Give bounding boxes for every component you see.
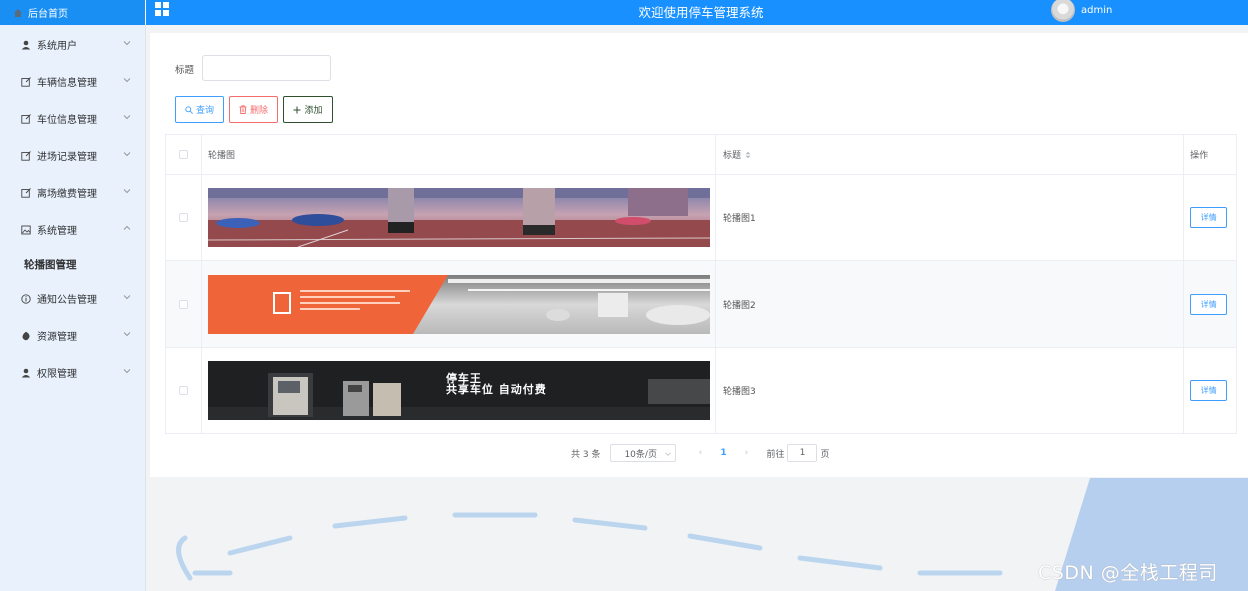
plus-icon bbox=[293, 106, 301, 113]
table-row: 停车王 共享车位 自动付费 轮播图3 详情 bbox=[166, 348, 1236, 434]
chevron-up-icon bbox=[123, 225, 131, 230]
chevron-down-icon bbox=[123, 189, 131, 194]
trash-icon bbox=[239, 105, 247, 114]
query-button[interactable]: 查询 bbox=[175, 96, 224, 123]
chevron-down-icon bbox=[123, 369, 131, 374]
add-button-label: 添加 bbox=[304, 105, 323, 115]
info-icon bbox=[20, 293, 31, 304]
delete-button[interactable]: 删除 bbox=[229, 96, 278, 123]
row-checkbox[interactable] bbox=[178, 386, 188, 395]
sidebar-item-exit-payment[interactable]: 离场缴费管理 bbox=[0, 174, 145, 211]
sidebar-item-permissions[interactable]: 权限管理 bbox=[0, 354, 145, 391]
row-title: 轮播图2 bbox=[716, 261, 1185, 347]
column-header-actions: 操作 bbox=[1190, 151, 1209, 161]
prev-page-button[interactable]: ‹ bbox=[690, 448, 710, 458]
goto-suffix: 页 bbox=[820, 449, 830, 460]
page-size-select[interactable]: 10条/页 bbox=[610, 444, 677, 462]
title-filter-input[interactable] bbox=[202, 55, 331, 81]
row-checkbox[interactable] bbox=[178, 213, 188, 222]
chevron-down-icon bbox=[123, 115, 131, 120]
flag-icon bbox=[20, 330, 31, 341]
chevron-down-icon bbox=[123, 295, 131, 300]
next-page-button[interactable]: › bbox=[736, 448, 756, 458]
sidebar-item-label: 权限管理 bbox=[37, 369, 77, 380]
title-filter-label: 标题 bbox=[175, 65, 195, 76]
orange-parking-banner bbox=[207, 274, 710, 334]
sidebar-item-entry-records[interactable]: 进场记录管理 bbox=[0, 137, 145, 174]
sidebar-item-system-management[interactable]: 系统管理 bbox=[0, 211, 145, 248]
user-icon bbox=[20, 39, 31, 50]
detail-button[interactable]: 详情 bbox=[1190, 293, 1228, 315]
sidebar-item-label: 车位信息管理 bbox=[37, 115, 97, 126]
chevron-down-icon bbox=[123, 152, 131, 157]
sidebar-item-label: 通知公告管理 bbox=[37, 295, 97, 306]
chevron-down-icon bbox=[123, 78, 131, 83]
add-button[interactable]: 添加 bbox=[283, 96, 333, 123]
pagination: 共 3 条 10条/页 ‹ 1 › 前往 1 页 bbox=[571, 444, 829, 462]
edit-icon bbox=[20, 150, 31, 161]
sidebar-item-space-info[interactable]: 车位信息管理 bbox=[0, 100, 145, 137]
search-icon bbox=[185, 105, 193, 114]
goto-page-input[interactable]: 1 bbox=[787, 444, 818, 462]
sidebar-subitem-carousel[interactable]: 轮播图管理 bbox=[0, 248, 145, 280]
user-icon bbox=[20, 367, 31, 378]
table-row: 轮播图2 详情 bbox=[166, 261, 1236, 348]
top-bar: 后台首页 欢迎使用停车管理系统 admin bbox=[0, 0, 1248, 25]
edit-icon bbox=[20, 76, 31, 87]
chevron-down-icon bbox=[123, 41, 131, 46]
goto-label: 前往 bbox=[766, 449, 785, 460]
column-header-title[interactable]: 标题 bbox=[716, 135, 1185, 174]
pagination-total: 共 3 条 bbox=[571, 449, 601, 460]
detail-button[interactable]: 详情 bbox=[1190, 380, 1228, 401]
select-all-checkbox[interactable] bbox=[178, 150, 188, 159]
edit-icon bbox=[20, 187, 31, 198]
sidebar-item-label: 车辆信息管理 bbox=[37, 78, 97, 89]
sidebar-item-label: 资源管理 bbox=[37, 332, 77, 343]
edit-icon bbox=[20, 113, 31, 124]
sidebar-item-notices[interactable]: 通知公告管理 bbox=[0, 280, 145, 317]
watermark-text: CSDN @全栈工程司 bbox=[1038, 562, 1218, 584]
row-title: 轮播图1 bbox=[716, 175, 1185, 260]
page-number-current[interactable]: 1 bbox=[710, 448, 736, 458]
page-size-value: 10条/页 bbox=[624, 449, 657, 460]
carousel-table: 轮播图 标题 操作 轮播图1 详情 轮播图2 详情 停车王 共享车位 自动付费 … bbox=[165, 134, 1237, 434]
sidebar-item-label: 系统用户 bbox=[37, 41, 77, 52]
dark-kiosk-banner: 停车王 共享车位 自动付费 bbox=[207, 361, 710, 420]
parking-garage-banner bbox=[207, 188, 710, 247]
delete-button-label: 删除 bbox=[249, 105, 268, 115]
picture-icon bbox=[20, 224, 31, 235]
banner-subheading: 共享车位 自动付费 bbox=[445, 383, 547, 396]
row-checkbox[interactable] bbox=[178, 299, 188, 309]
table-row: 轮播图1 详情 bbox=[166, 175, 1236, 261]
sidebar: 系统用户 车辆信息管理 车位信息管理 进场记录管理 离场缴费管理 系统管理 轮播… bbox=[0, 25, 146, 591]
sidebar-item-label: 离场缴费管理 bbox=[37, 189, 97, 200]
table-header-row: 轮播图 标题 操作 bbox=[166, 135, 1236, 175]
sidebar-item-resources[interactable]: 资源管理 bbox=[0, 317, 145, 354]
sidebar-item-system-users[interactable]: 系统用户 bbox=[0, 26, 145, 63]
sort-icon[interactable] bbox=[745, 151, 751, 159]
sidebar-item-label: 系统管理 bbox=[37, 226, 77, 237]
chevron-down-icon bbox=[665, 452, 672, 456]
query-button-label: 查询 bbox=[195, 105, 214, 115]
detail-button[interactable]: 详情 bbox=[1190, 207, 1228, 228]
column-header-title-label: 标题 bbox=[722, 151, 741, 161]
sidebar-item-label: 进场记录管理 bbox=[37, 152, 97, 163]
username[interactable]: admin bbox=[1081, 5, 1112, 16]
column-header-image: 轮播图 bbox=[202, 135, 716, 174]
chevron-down-icon bbox=[123, 332, 131, 337]
sidebar-item-vehicle-info[interactable]: 车辆信息管理 bbox=[0, 63, 145, 100]
row-title: 轮播图3 bbox=[716, 348, 1185, 433]
